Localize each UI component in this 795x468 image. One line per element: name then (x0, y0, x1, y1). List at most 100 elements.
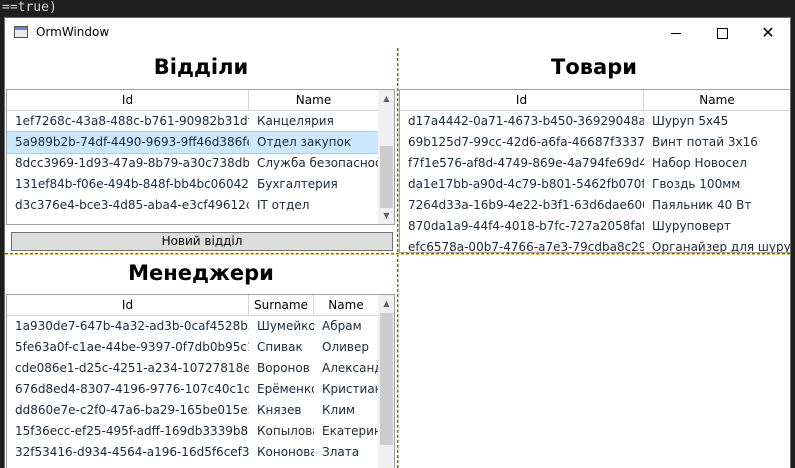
minimize-icon (671, 32, 681, 34)
cell-name: Канцелярия (257, 114, 334, 128)
cell-name: IT отдел (257, 198, 310, 212)
cell-surname: Ерёменко (257, 382, 314, 396)
cell-name: Паяльник 40 Вт (652, 198, 752, 212)
managers-scrollbar[interactable]: ▲ (378, 295, 394, 468)
close-button[interactable]: ✕ (745, 18, 790, 48)
table-row[interactable]: 8dcc3969-1d93-47a9-8b79-a30c738db9b4 Слу… (7, 153, 379, 174)
new-department-button[interactable]: Новий відділ (11, 232, 393, 251)
window-title: OrmWindow (36, 25, 110, 39)
departments-grid-header: Id Name (7, 90, 379, 111)
products-title: Товари (551, 55, 637, 79)
cell-name: Кристиан (322, 382, 379, 396)
cell-name: Набор Новосел (652, 156, 747, 170)
cell-id: d3c376e4-bce3-4d85-aba4-e3cf49612c94 (15, 198, 249, 212)
cell-surname: Воронов (257, 361, 310, 375)
editor-code-snippet: ==true) (2, 0, 57, 15)
cell-surname: Кононова (257, 445, 314, 459)
table-row[interactable]: 32f53416-d934-4564-a196-16d5f6cef35 Коно… (7, 442, 379, 463)
products-grid-header: Id Name (400, 90, 790, 111)
grid-splitter-vertical-accent (398, 48, 399, 468)
table-row[interactable]: da1e17bb-a90d-4c79-b801-5462fb070f57 Гво… (400, 174, 790, 195)
cell-id: 870da1a9-44f4-4018-b7fc-727a2058faf0 (408, 219, 644, 233)
products-grid[interactable]: Id Name d17a4442-0a71-4673-b450-36929048… (399, 89, 790, 253)
scroll-down-icon[interactable]: ▼ (378, 207, 394, 224)
cell-name: Винт потай 3x16 (652, 135, 758, 149)
column-header-id[interactable]: Id (7, 90, 249, 110)
cell-id: 676d8ed4-8307-4196-9776-107c40c1df84 (15, 382, 249, 396)
cell-id: f7f1e576-af8d-4749-869e-4a794fe69d42 (408, 156, 644, 170)
managers-title: Менеджери (128, 261, 274, 285)
table-row[interactable]: 1ef7268c-43a8-488c-b761-90982b31df4e Кан… (7, 111, 379, 132)
cell-id: d17a4442-0a71-4673-b450-36929048adef (408, 114, 644, 128)
cell-name: Абрам (322, 319, 362, 333)
scroll-up-icon[interactable]: ▲ (378, 90, 394, 107)
table-row-selected[interactable]: 5a989b2b-74df-4490-9693-9ff46d386fe5 Отд… (7, 131, 380, 154)
managers-grid-header: Id Surname Name (7, 295, 379, 316)
table-row[interactable]: cde086e1-d25c-4251-a234-10727818ee28 Вор… (7, 358, 379, 379)
scroll-thumb[interactable] (380, 313, 393, 445)
table-row[interactable]: 5fe63a0f-c1ae-44be-9397-0f7db0b95c1f Спи… (7, 337, 379, 358)
cell-name: Екатерина (322, 424, 379, 438)
title-bar[interactable]: OrmWindow ✕ (5, 18, 790, 48)
cell-id: 5a989b2b-74df-4490-9693-9ff46d386fe5 (15, 135, 249, 149)
cell-surname: Шумейко (257, 319, 314, 333)
scroll-up-icon[interactable]: ▲ (378, 295, 394, 312)
cell-name: Оливер (322, 340, 369, 354)
departments-title: Відділи (153, 55, 249, 79)
table-row[interactable]: dd860e7e-c2f0-47a6-ba29-165be015e5a2 Кня… (7, 400, 379, 421)
cell-id: 1ef7268c-43a8-488c-b761-90982b31df4e (15, 114, 249, 128)
minimize-button[interactable] (653, 18, 699, 48)
cell-id: 5fe63a0f-c1ae-44be-9397-0f7db0b95c1f (15, 340, 249, 354)
cell-name: Отдел закупок (257, 135, 352, 149)
table-row[interactable]: 1a930de7-647b-4a32-ad3b-0caf4528b356 Шум… (7, 316, 379, 337)
column-header-name[interactable]: Name (644, 90, 790, 110)
cell-id: 8dcc3969-1d93-47a9-8b79-a30c738db9b4 (15, 156, 249, 170)
column-header-id[interactable]: Id (400, 90, 644, 110)
column-header-name[interactable]: Name (314, 295, 379, 315)
cell-name: Александр (322, 361, 379, 375)
cell-id: da1e17bb-a90d-4c79-b801-5462fb070f57 (408, 177, 644, 191)
scroll-thumb[interactable] (380, 146, 393, 208)
cell-id: 131ef84b-f06e-494b-848f-bb4bc0604266 (15, 177, 249, 191)
table-row[interactable]: 131ef84b-f06e-494b-848f-bb4bc0604266 Бух… (7, 174, 379, 195)
cell-name: Гвоздь 100мм (652, 177, 741, 191)
cell-id: dd860e7e-c2f0-47a6-ba29-165be015e5a2 (15, 403, 249, 417)
table-row[interactable]: f7f1e576-af8d-4749-869e-4a794fe69d42 Наб… (400, 153, 790, 174)
cell-id: 69b125d7-99cc-42d6-a6fa-46687f333749 (408, 135, 644, 149)
editor-background: ==true) (0, 0, 795, 18)
table-row[interactable]: 870da1a9-44f4-4018-b7fc-727a2058faf0 Шур… (400, 216, 790, 237)
table-row[interactable]: 15f36ecc-ef25-495f-adff-169db3339b88 Коп… (7, 421, 379, 442)
column-header-surname[interactable]: Surname (249, 295, 314, 315)
departments-grid[interactable]: Id Name 1ef7268c-43a8-488c-b761-90982b31… (6, 89, 395, 225)
table-row[interactable]: 676d8ed4-8307-4196-9776-107c40c1df84 Ерё… (7, 379, 379, 400)
cell-name: Органайзер для шурупов (652, 240, 790, 253)
table-row[interactable]: 69b125d7-99cc-42d6-a6fa-46687f333749 Вин… (400, 132, 790, 153)
cell-surname: Князев (257, 403, 302, 417)
maximize-icon (716, 27, 728, 39)
cell-id: cde086e1-d25c-4251-a234-10727818ee28 (15, 361, 249, 375)
cell-name: Клим (322, 403, 356, 417)
cell-name: Шуруповерт (652, 219, 731, 233)
cell-name: Бухгалтерия (257, 177, 338, 191)
column-header-id[interactable]: Id (7, 295, 249, 315)
table-row[interactable]: 7264d33a-16b9-4e22-b3f1-63d6dae60078 Пая… (400, 195, 790, 216)
cell-id: 15f36ecc-ef25-495f-adff-169db3339b88 (15, 424, 249, 438)
table-row[interactable]: efc6578a-00b7-4766-a7e3-79cdba8c294b Орг… (400, 237, 790, 253)
cell-id: 32f53416-d934-4564-a196-16d5f6cef35 (15, 445, 249, 459)
departments-scrollbar[interactable]: ▲ ▼ (378, 90, 394, 224)
cell-name: Злата (322, 445, 360, 459)
table-row[interactable]: d3c376e4-bce3-4d85-aba4-e3cf49612c94 IT … (7, 195, 379, 216)
close-icon: ✕ (761, 23, 775, 42)
cell-id: efc6578a-00b7-4766-a7e3-79cdba8c294b (408, 240, 644, 253)
cell-id: 1a930de7-647b-4a32-ad3b-0caf4528b356 (15, 319, 249, 333)
cell-id: 7264d33a-16b9-4e22-b3f1-63d6dae60078 (408, 198, 644, 212)
cell-name: Шуруп 5x45 (652, 114, 729, 128)
cell-surname: Копылова (257, 424, 314, 438)
maximize-button[interactable] (699, 18, 745, 48)
window-app-icon (14, 26, 28, 38)
grid-splitter-horizontal-accent (5, 254, 790, 255)
column-header-name[interactable]: Name (249, 90, 379, 110)
managers-grid[interactable]: Id Surname Name 1a930de7-647b-4a32-ad3b-… (6, 294, 395, 468)
cell-name: Служба безопасности (257, 156, 379, 170)
table-row[interactable]: d17a4442-0a71-4673-b450-36929048adef Шур… (400, 111, 790, 132)
